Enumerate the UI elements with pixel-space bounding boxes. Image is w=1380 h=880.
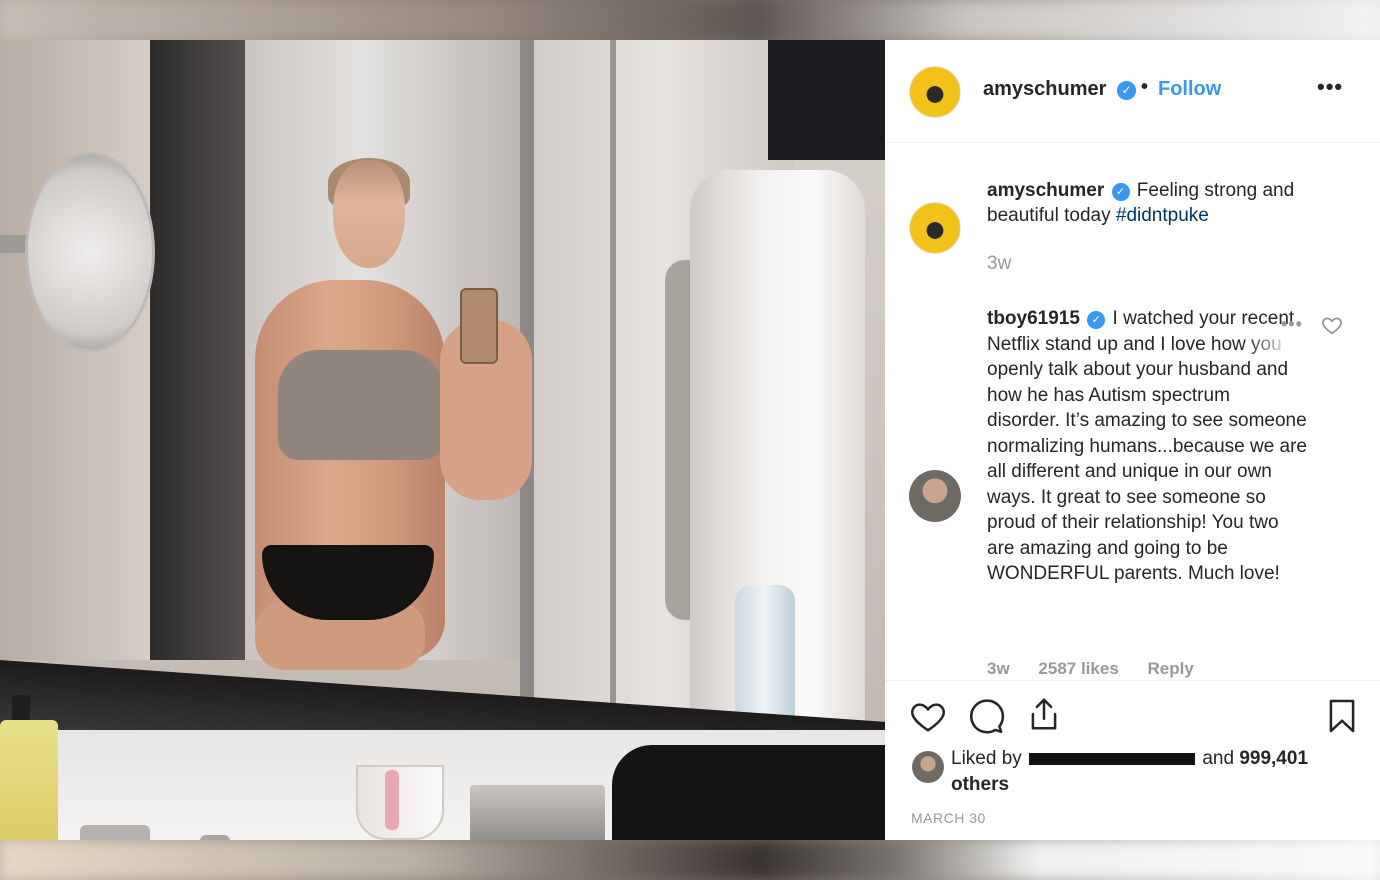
post-actions: Liked by and 999,401 others MARCH 30 xyxy=(885,680,1380,840)
liked-by-prefix: Liked by xyxy=(951,748,1022,769)
photo-person-head xyxy=(333,160,405,268)
photo-person-top xyxy=(278,350,443,460)
comment-likes-count[interactable]: 2587 likes xyxy=(1038,659,1118,678)
photo-toothbrush xyxy=(385,770,399,830)
caption: amyschumer ✓ Feeling strong and beautifu… xyxy=(987,178,1347,228)
photo-dark-panel xyxy=(768,40,885,160)
caption-username[interactable]: amyschumer xyxy=(987,180,1104,201)
liked-by-joiner: and xyxy=(1202,748,1235,769)
photo-wall xyxy=(0,40,150,660)
backdrop-top-strip xyxy=(0,0,1380,40)
post-photo[interactable] xyxy=(0,40,885,840)
header-separator: • xyxy=(1141,76,1149,98)
bookmark-icon[interactable] xyxy=(1323,697,1361,735)
comment-like-heart-icon[interactable] xyxy=(1321,314,1343,336)
post-panel: amyschumer ✓ • Follow ••• amyschumer ✓ F… xyxy=(885,40,1380,840)
share-icon[interactable] xyxy=(1025,695,1063,733)
photo-door xyxy=(150,40,245,660)
photo-faucet xyxy=(200,835,230,840)
hashtag-link[interactable]: #didntpuke xyxy=(1116,205,1209,226)
caption-timestamp[interactable]: 3w xyxy=(987,253,1011,275)
liked-by-avatar[interactable] xyxy=(912,751,944,783)
verified-icon: ✓ xyxy=(1117,81,1136,100)
photo-silver-box xyxy=(470,785,605,840)
photo-bag xyxy=(612,745,885,840)
post-date[interactable]: MARCH 30 xyxy=(911,810,986,826)
author-username[interactable]: amyschumer xyxy=(983,78,1106,101)
photo-round-mirror xyxy=(25,152,155,352)
liked-by-text: Liked by and 999,401 others xyxy=(951,746,1331,798)
comment-timestamp[interactable]: 3w xyxy=(987,659,1010,678)
reply-button[interactable]: Reply xyxy=(1148,659,1194,678)
photo-cup xyxy=(356,765,444,840)
post-header: amyschumer ✓ • Follow ••• xyxy=(885,40,1380,143)
photo-faucet-handle xyxy=(80,825,150,840)
redacted-username xyxy=(1029,752,1196,765)
photo-phone xyxy=(460,288,498,364)
follow-button[interactable]: Follow xyxy=(1158,78,1221,101)
photo-soap-bottle xyxy=(0,720,58,840)
comment-icon[interactable] xyxy=(967,697,1005,735)
comment-username[interactable]: tboy61915 xyxy=(987,308,1080,329)
verified-icon: ✓ xyxy=(1087,311,1106,329)
photo-cabinet-seam xyxy=(610,40,616,730)
backdrop-bottom-strip xyxy=(0,840,1380,880)
more-options-icon[interactable]: ••• xyxy=(1317,74,1343,100)
comment-meta: 3w 2587 likes Reply xyxy=(987,659,1218,679)
heart-icon[interactable] xyxy=(909,697,947,735)
caption-author-avatar[interactable] xyxy=(909,202,961,254)
commenter-avatar[interactable] xyxy=(909,470,961,522)
comment-more-icon[interactable]: ••• xyxy=(1281,314,1303,335)
author-avatar[interactable] xyxy=(909,66,961,118)
comments-section[interactable]: amyschumer ✓ Feeling strong and beautifu… xyxy=(885,144,1380,680)
verified-icon: ✓ xyxy=(1111,183,1130,201)
